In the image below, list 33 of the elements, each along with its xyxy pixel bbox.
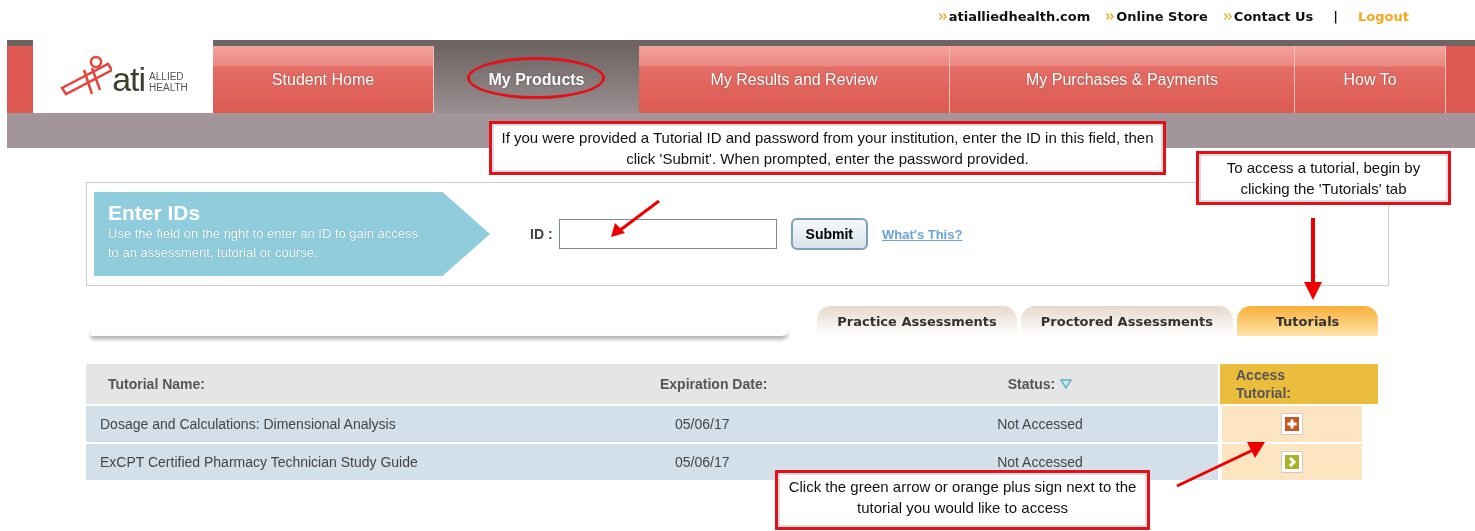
banner-title: Enter IDs (108, 202, 202, 224)
nav-bar-end (7, 46, 33, 113)
table-cell: 05/06/17 (642, 406, 862, 442)
pointer-arrow (609, 199, 661, 239)
tab[interactable]: Proctored Assessments (1020, 306, 1233, 336)
top-link[interactable]: Contact Us (1223, 8, 1314, 24)
table-cell: ExCPT Certified Pharmacy Technician Study Guide (86, 444, 642, 480)
double-chevron-icon (1106, 12, 1115, 20)
callout-note: To access a tutorial, begin by clicking the 'Tutorials' tab (1196, 151, 1451, 205)
callout-note: If you were provided a Tutorial ID and password from your institution, enter the ID in this field, then click 'Submit'. When prompted, enter the password provided. (489, 121, 1166, 175)
column-header: Status: (862, 364, 1218, 404)
banner-description: Use the field on the right to enter an ID to gain access to an assessment, tutorial or course. (108, 225, 419, 262)
callout-note: Click the green arrow or orange plus sign next to the tutorial you would like to access (775, 470, 1150, 530)
column-header: Access Tutorial: (1220, 364, 1378, 404)
tab[interactable]: Practice Assessments (817, 306, 1017, 336)
top-link[interactable]: Online Store (1106, 8, 1208, 24)
submit-button[interactable]: Submit (790, 218, 868, 250)
nav-bar-end (1446, 46, 1475, 113)
separator-text: | (1333, 8, 1339, 24)
tab[interactable]: Tutorials (1237, 306, 1378, 336)
top-link[interactable]: atialliedhealth.com (938, 8, 1091, 24)
column-header: Expiration Date: (642, 364, 862, 404)
table-cell: Dosage and Calculations: Dimensional Analysis (86, 406, 642, 442)
id-label: ID : (530, 226, 553, 242)
plus-icon[interactable] (1281, 413, 1303, 435)
id-input-field[interactable] (558, 219, 777, 249)
column-header: Tutorial Name: (86, 364, 642, 404)
logo-tagline: ALLIED (149, 70, 185, 82)
double-chevron-icon (938, 12, 947, 20)
double-chevron-icon (1223, 12, 1232, 20)
sort-icon[interactable] (1060, 379, 1073, 389)
logo-tagline: HEALTH (149, 81, 188, 93)
table-cell: Not Accessed (862, 406, 1218, 442)
